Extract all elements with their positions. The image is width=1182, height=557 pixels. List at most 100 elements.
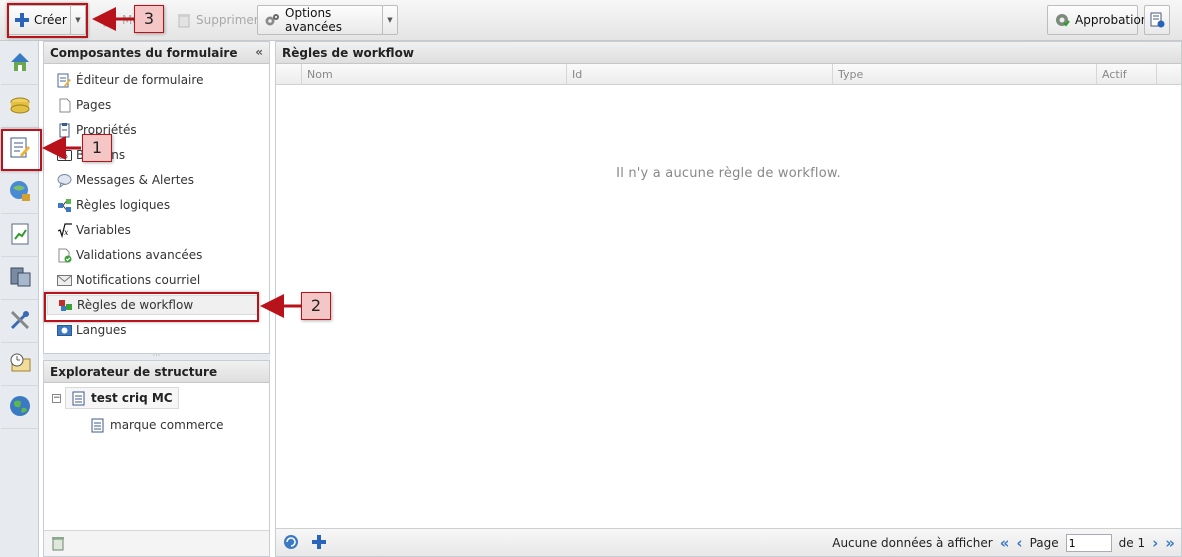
document-info-icon bbox=[1149, 12, 1165, 28]
rail-schedule[interactable] bbox=[1, 344, 38, 386]
validations-icon bbox=[56, 247, 72, 263]
rail-home[interactable] bbox=[1, 43, 38, 85]
trash-icon[interactable] bbox=[50, 536, 66, 552]
column-header-id[interactable]: Id bbox=[566, 64, 832, 85]
component-messages[interactable]: Messages & Alertes bbox=[56, 170, 256, 190]
database-icon bbox=[8, 93, 32, 120]
globe-icon bbox=[8, 394, 32, 421]
clock-scroll-icon bbox=[8, 351, 32, 378]
first-page-icon[interactable]: « bbox=[1000, 535, 1010, 551]
tree-child-node[interactable]: marque commerce bbox=[90, 415, 224, 435]
callout-highlight-form-editor bbox=[1, 129, 42, 171]
column-header-spacer bbox=[1156, 64, 1181, 85]
rail-web[interactable] bbox=[1, 172, 38, 214]
component-label: Langues bbox=[76, 323, 127, 337]
tree-collapse-toggle[interactable]: − bbox=[52, 393, 61, 403]
workflow-rules-title: Règles de workflow bbox=[282, 45, 414, 60]
grid-footer: Aucune données à afficher « ‹ Page de 1 … bbox=[276, 528, 1181, 556]
form-editor-icon bbox=[56, 72, 72, 88]
empty-grid-message: Il n'y a aucune règle de workflow. bbox=[616, 166, 841, 181]
tools-icon bbox=[8, 308, 32, 335]
languages-icon bbox=[56, 322, 72, 338]
refresh-icon[interactable] bbox=[283, 534, 299, 550]
delete-button[interactable]: Supprimer bbox=[170, 5, 259, 35]
edit-icon bbox=[103, 12, 117, 28]
component-form-editor[interactable]: Éditeur de formulaire bbox=[56, 70, 256, 90]
rail-world[interactable] bbox=[1, 387, 38, 429]
tree-root-label-box[interactable]: test criq MC bbox=[65, 387, 179, 409]
approval-button[interactable]: Approbation bbox=[1047, 5, 1148, 35]
component-pages[interactable]: Pages bbox=[56, 95, 256, 115]
server-icon bbox=[8, 265, 32, 292]
page-total-label: de 1 bbox=[1118, 536, 1146, 550]
delete-label: Supprimer bbox=[196, 13, 259, 27]
last-page-icon[interactable]: » bbox=[1165, 535, 1175, 551]
rail-tools[interactable] bbox=[1, 301, 38, 343]
structure-explorer-header: Explorateur de structure bbox=[44, 361, 269, 383]
next-page-icon[interactable]: › bbox=[1152, 535, 1158, 551]
page-number-input[interactable] bbox=[1065, 534, 1112, 552]
column-header-actif[interactable]: Actif bbox=[1096, 64, 1156, 85]
add-rule-icon[interactable] bbox=[311, 534, 327, 550]
properties-icon bbox=[56, 122, 72, 138]
component-label: Règles logiques bbox=[76, 198, 171, 212]
callout-badge-3: 3 bbox=[134, 5, 164, 33]
logic-rules-icon bbox=[56, 197, 72, 213]
collapse-panel-button[interactable]: « bbox=[255, 45, 263, 59]
house-icon bbox=[8, 50, 32, 77]
component-label: Éditeur de formulaire bbox=[76, 73, 204, 87]
component-logic-rules[interactable]: Règles logiques bbox=[56, 195, 256, 215]
trash-icon bbox=[177, 12, 191, 28]
advanced-options-dropdown[interactable]: ▼ bbox=[382, 5, 398, 35]
main-toolbar: Créer ▼ Mo Supprimer Options avancées ▼ … bbox=[0, 0, 1182, 41]
email-icon bbox=[56, 272, 72, 288]
page-label: Page bbox=[1029, 536, 1059, 550]
column-header-type[interactable]: Type bbox=[832, 64, 1096, 85]
rail-servers[interactable] bbox=[1, 258, 38, 300]
variables-icon: x bbox=[56, 222, 72, 238]
chevron-down-icon: ▼ bbox=[387, 16, 393, 24]
no-data-text: Aucune données à afficher bbox=[832, 536, 993, 550]
rail-reports[interactable] bbox=[1, 215, 38, 257]
component-label: Messages & Alertes bbox=[76, 173, 195, 187]
advanced-options-label: Options avancées bbox=[285, 6, 343, 34]
rail-storage[interactable] bbox=[1, 86, 38, 128]
component-languages[interactable]: Langues bbox=[56, 320, 256, 340]
svg-text:x: x bbox=[64, 228, 69, 237]
info-document-button[interactable] bbox=[1144, 5, 1170, 35]
globe-lock-icon bbox=[8, 179, 32, 206]
previous-page-icon[interactable]: ‹ bbox=[1016, 535, 1022, 551]
structure-footer bbox=[44, 530, 269, 556]
component-label: Validations avancées bbox=[76, 248, 203, 262]
module-rail bbox=[0, 41, 39, 557]
tree-root-node: − test criq MC bbox=[52, 387, 179, 409]
workflow-rules-grid: Règles de workflow Nom Id Type Actif Il … bbox=[275, 41, 1182, 557]
approval-label: Approbation bbox=[1075, 13, 1149, 27]
callout-highlight-workflow bbox=[44, 292, 259, 322]
form-components-title: Composantes du formulaire bbox=[50, 45, 238, 60]
modify-button[interactable]: Mo bbox=[96, 5, 140, 35]
form-document-icon bbox=[90, 417, 106, 433]
form-components-header: Composantes du formulaire « bbox=[44, 42, 269, 64]
structure-explorer-title: Explorateur de structure bbox=[50, 364, 218, 379]
svg-text:ab: ab bbox=[59, 152, 68, 160]
tree-child-label: marque commerce bbox=[110, 418, 224, 432]
pages-icon bbox=[56, 97, 72, 113]
structure-explorer-panel: Explorateur de structure − test criq MC … bbox=[43, 360, 270, 557]
approval-gear-icon bbox=[1054, 12, 1070, 28]
component-label: Variables bbox=[76, 223, 131, 237]
component-email-notifications[interactable]: Notifications courriel bbox=[56, 270, 256, 290]
chart-document-icon bbox=[8, 222, 32, 249]
form-document-icon bbox=[71, 390, 87, 406]
column-header-nom[interactable]: Nom bbox=[301, 64, 566, 85]
gears-icon bbox=[264, 12, 280, 28]
callout-highlight-create bbox=[7, 3, 88, 38]
callout-badge-1: 1 bbox=[82, 134, 112, 162]
component-advanced-validations[interactable]: Validations avancées bbox=[56, 245, 256, 265]
buttons-icon: ab bbox=[56, 147, 72, 163]
tree-root-label: test criq MC bbox=[91, 391, 173, 405]
pager: Aucune données à afficher « ‹ Page de 1 … bbox=[832, 532, 1175, 554]
component-variables[interactable]: x Variables bbox=[56, 220, 256, 240]
callout-badge-2: 2 bbox=[301, 292, 331, 320]
advanced-options-button[interactable]: Options avancées bbox=[257, 5, 383, 35]
